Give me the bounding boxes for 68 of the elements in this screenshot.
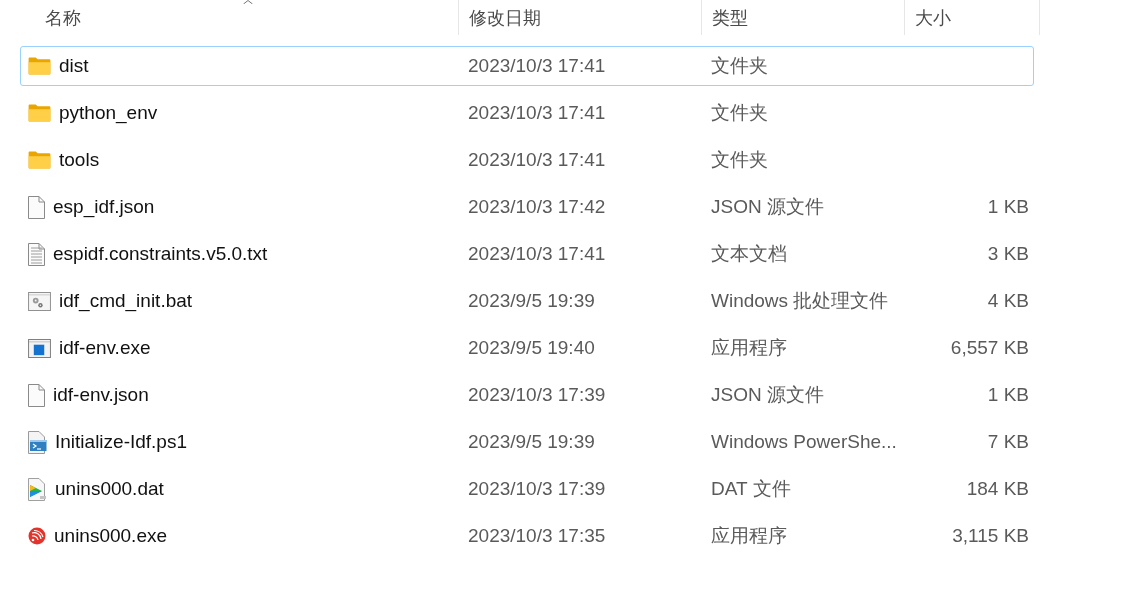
file-size: 7 KB (987, 431, 1029, 453)
file-name: unins000.exe (54, 525, 168, 547)
file-type: 文件夹 (710, 101, 768, 125)
file-type: 应用程序 (710, 336, 787, 360)
modified-date: 2023/10/3 17:35 (467, 525, 606, 547)
folder-icon (28, 104, 51, 122)
terminal-file-icon (28, 430, 47, 454)
file-row[interactable]: espidf.constraints.v5.0.txt 2023/10/3 17:41 文本文档 3 KB (20, 234, 1034, 274)
column-header[interactable]: 大小 (905, 0, 1040, 35)
lined-file-icon (28, 242, 45, 266)
gear-window-icon (28, 291, 51, 311)
modified-date: 2023/10/3 17:41 (467, 243, 606, 265)
modified-date: 2023/10/3 17:41 (467, 149, 606, 171)
file-name: tools (59, 149, 100, 171)
file-type: JSON 源文件 (710, 383, 824, 407)
file-name: idf-env.json (53, 384, 149, 406)
file-row[interactable]: esp_idf.json 2023/10/3 17:42 JSON 源文件 1 KB (20, 187, 1034, 227)
file-type: Windows 批处理文件 (710, 289, 889, 313)
column-header[interactable]: 类型 (702, 0, 905, 35)
column-header[interactable]: 名称 (0, 0, 459, 35)
modified-date: 2023/10/3 17:39 (467, 478, 606, 500)
modified-date: 2023/10/3 17:41 (467, 55, 606, 77)
sort-caret-icon (243, 0, 253, 4)
file-size: 1 KB (987, 384, 1029, 406)
file-name: esp_idf.json (53, 196, 155, 218)
modified-date: 2023/10/3 17:41 (467, 102, 606, 124)
file-type: Windows PowerShe... (710, 431, 897, 453)
play-file-icon (28, 477, 47, 501)
file-type: 文件夹 (710, 148, 768, 172)
file-size: 3,115 KB (952, 525, 1029, 547)
modified-date: 2023/9/5 19:39 (467, 290, 595, 312)
file-name: espidf.constraints.v5.0.txt (53, 243, 268, 265)
file-type: 文本文档 (710, 242, 787, 266)
file-size: 4 KB (987, 290, 1029, 312)
file-name: Initialize-Idf.ps1 (55, 431, 187, 453)
modified-date: 2023/9/5 19:40 (467, 337, 595, 359)
file-row[interactable]: tools 2023/10/3 17:41 文件夹 (20, 140, 1034, 180)
modified-date: 2023/10/3 17:42 (467, 196, 606, 218)
file-name: idf-env.exe (59, 337, 151, 359)
folder-icon (28, 151, 51, 169)
file-row[interactable]: unins000.dat 2023/10/3 17:39 DAT 文件 184 KB (20, 469, 1034, 509)
file-row[interactable]: idf_cmd_init.bat 2023/9/5 19:39 Windows 批处理文件 4 KB (20, 281, 1034, 321)
file-row[interactable]: dist 2023/10/3 17:41 文件夹 (20, 46, 1034, 86)
file-name: python_env (59, 102, 158, 124)
file-size: 1 KB (987, 196, 1029, 218)
file-row[interactable]: python_env 2023/10/3 17:41 文件夹 (20, 93, 1034, 133)
blank-file-icon (28, 383, 45, 407)
blank-file-icon (28, 195, 45, 219)
file-type: 应用程序 (710, 524, 787, 548)
folder-icon (28, 57, 51, 75)
file-name: unins000.dat (55, 478, 164, 500)
file-row[interactable]: unins000.exe 2023/10/3 17:35 应用程序 3,115 KB (20, 516, 1034, 556)
file-size: 184 KB (966, 478, 1029, 500)
file-type: DAT 文件 (710, 477, 791, 501)
arcs-logo-icon (28, 527, 46, 545)
file-name: idf_cmd_init.bat (59, 290, 193, 312)
file-size: 3 KB (987, 243, 1029, 265)
file-row[interactable]: Initialize-Idf.ps1 2023/9/5 19:39 Windows PowerShe... 7 KB (20, 422, 1034, 462)
modified-date: 2023/10/3 17:39 (467, 384, 606, 406)
modified-date: 2023/9/5 19:39 (467, 431, 595, 453)
column-header[interactable]: 修改日期 (459, 0, 702, 35)
file-size: 6,557 KB (950, 337, 1029, 359)
file-type: JSON 源文件 (710, 195, 824, 219)
file-row[interactable]: idf-env.exe 2023/9/5 19:40 应用程序 6,557 KB (20, 328, 1034, 368)
file-row[interactable]: idf-env.json 2023/10/3 17:39 JSON 源文件 1 KB (20, 375, 1034, 415)
file-type: 文件夹 (710, 54, 768, 78)
app-window-icon (28, 338, 51, 358)
file-name: dist (59, 55, 89, 77)
